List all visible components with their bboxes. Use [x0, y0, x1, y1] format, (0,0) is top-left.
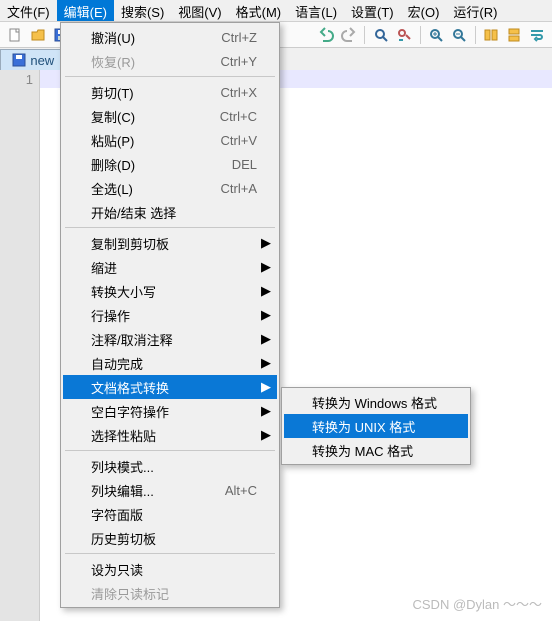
menu-begin-end-select[interactable]: 开始/结束 选择: [63, 200, 277, 224]
menu-char-panel[interactable]: 字符面版: [63, 502, 277, 526]
menu-separator: [65, 76, 275, 77]
new-file-icon[interactable]: [4, 24, 25, 46]
menu-clear-readonly[interactable]: 清除只读标记: [63, 581, 277, 605]
menu-settings[interactable]: 设置(T): [344, 0, 401, 21]
chevron-right-icon: ▶: [261, 355, 271, 371]
menu-search[interactable]: 搜索(S): [114, 0, 171, 21]
menu-language[interactable]: 语言(L): [288, 0, 344, 21]
line-gutter: 1: [0, 70, 40, 621]
sync-h-icon[interactable]: [504, 24, 525, 46]
redo-icon[interactable]: [338, 24, 359, 46]
menu-blank-ops[interactable]: 空白字符操作▶: [63, 399, 277, 423]
find-icon[interactable]: [370, 24, 391, 46]
watermark: CSDN @Dylan ～～～: [413, 594, 543, 613]
submenu-windows-format[interactable]: 转换为 Windows 格式: [284, 390, 468, 414]
menu-eol-conversion[interactable]: 文档格式转换▶: [63, 375, 277, 399]
wrap-icon[interactable]: [527, 24, 548, 46]
menu-copy-to-clipboard[interactable]: 复制到剪切板▶: [63, 231, 277, 255]
menu-separator: [65, 450, 275, 451]
menu-separator: [65, 227, 275, 228]
menu-edit[interactable]: 编辑(E): [57, 0, 114, 21]
menu-delete[interactable]: 删除(D)DEL: [63, 152, 277, 176]
chevron-right-icon: ▶: [261, 259, 271, 275]
edit-dropdown: 撤消(U)Ctrl+Z 恢复(R)Ctrl+Y 剪切(T)Ctrl+X 复制(C…: [60, 22, 280, 608]
menu-column-mode[interactable]: 列块模式...: [63, 454, 277, 478]
chevron-right-icon: ▶: [261, 427, 271, 443]
submenu-mac-format[interactable]: 转换为 MAC 格式: [284, 438, 468, 462]
menu-file[interactable]: 文件(F): [0, 0, 57, 21]
menu-indent[interactable]: 缩进▶: [63, 255, 277, 279]
chevron-right-icon: ▶: [261, 331, 271, 347]
chevron-right-icon: ▶: [261, 235, 271, 251]
zoom-out-icon[interactable]: [449, 24, 470, 46]
eol-submenu: 转换为 Windows 格式 转换为 UNIX 格式 转换为 MAC 格式: [281, 387, 471, 465]
menu-cut[interactable]: 剪切(T)Ctrl+X: [63, 80, 277, 104]
menu-separator: [65, 553, 275, 554]
menu-select-all[interactable]: 全选(L)Ctrl+A: [63, 176, 277, 200]
menu-paste[interactable]: 粘贴(P)Ctrl+V: [63, 128, 277, 152]
undo-icon[interactable]: [315, 24, 336, 46]
menu-undo[interactable]: 撤消(U)Ctrl+Z: [63, 25, 277, 49]
menu-line-ops[interactable]: 行操作▶: [63, 303, 277, 327]
chevron-right-icon: ▶: [261, 283, 271, 299]
chevron-right-icon: ▶: [261, 307, 271, 323]
toolbar-separator: [420, 26, 421, 44]
menubar: 文件(F) 编辑(E) 搜索(S) 视图(V) 格式(M) 语言(L) 设置(T…: [0, 0, 552, 22]
toolbar-separator: [475, 26, 476, 44]
chevron-right-icon: ▶: [261, 403, 271, 419]
open-file-icon[interactable]: [27, 24, 48, 46]
sync-v-icon[interactable]: [481, 24, 502, 46]
save-icon: [11, 52, 27, 68]
menu-macro[interactable]: 宏(O): [401, 0, 447, 21]
replace-icon[interactable]: [394, 24, 415, 46]
menu-paste-special[interactable]: 选择性粘贴▶: [63, 423, 277, 447]
tab-label: new: [30, 53, 54, 68]
toolbar-separator: [364, 26, 365, 44]
menu-copy[interactable]: 复制(C)Ctrl+C: [63, 104, 277, 128]
menu-redo[interactable]: 恢复(R)Ctrl+Y: [63, 49, 277, 73]
submenu-unix-format[interactable]: 转换为 UNIX 格式: [284, 414, 468, 438]
menu-set-readonly[interactable]: 设为只读: [63, 557, 277, 581]
menu-column-editor[interactable]: 列块编辑...Alt+C: [63, 478, 277, 502]
menu-clipboard-history[interactable]: 历史剪切板: [63, 526, 277, 550]
menu-convert-case[interactable]: 转换大小写▶: [63, 279, 277, 303]
zoom-in-icon[interactable]: [426, 24, 447, 46]
chevron-right-icon: ▶: [261, 379, 271, 395]
menu-comment[interactable]: 注释/取消注释▶: [63, 327, 277, 351]
menu-autocomplete[interactable]: 自动完成▶: [63, 351, 277, 375]
menu-run[interactable]: 运行(R): [446, 0, 504, 21]
menu-format[interactable]: 格式(M): [229, 0, 289, 21]
line-number: 1: [0, 72, 33, 87]
menu-view[interactable]: 视图(V): [171, 0, 228, 21]
